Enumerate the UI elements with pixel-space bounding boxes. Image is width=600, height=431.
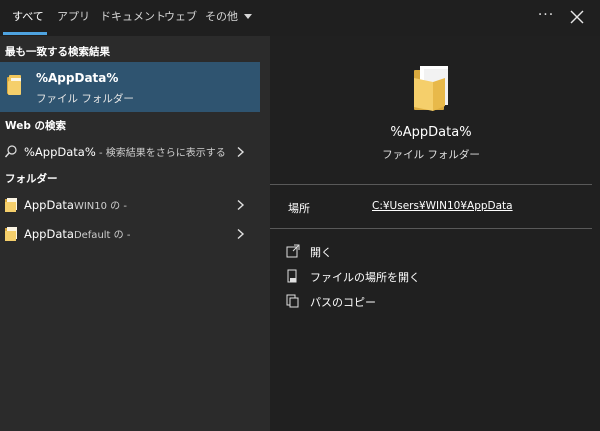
tab-all[interactable]: すべて (12, 0, 44, 36)
folder-result-name: AppData (24, 227, 74, 241)
chevron-right-icon (237, 199, 245, 211)
more-options-label: ··· (537, 7, 555, 23)
folder-result-name: AppData (24, 198, 74, 212)
chevron-right-icon (237, 228, 245, 240)
web-search-suffix: - 検索結果をさらに表示する (95, 148, 226, 159)
best-match-title: %AppData% (36, 71, 119, 85)
results-list: 最も一致する検索結果 %AppData% ファイル フォルダー Web の検索 … (0, 36, 262, 431)
close-button[interactable] (566, 6, 588, 28)
tab-web-label: ウェブ (164, 10, 197, 23)
preview-title: %AppData% (390, 125, 472, 140)
search-icon (4, 145, 17, 158)
search-tab-bar: すべて アプリ ドキュメント ウェブ その他 ··· (0, 0, 600, 36)
tab-more-label: その他 (205, 10, 238, 23)
best-match-heading: 最も一致する検索結果 (5, 46, 110, 58)
web-search-heading: Web の検索 (5, 120, 67, 132)
folder-result-text: AppDataWIN10 の - (24, 197, 127, 212)
tab-apps-label: アプリ (57, 10, 90, 23)
folder-icon (5, 227, 17, 241)
location-label: 場所 (288, 202, 310, 215)
web-search-query: %AppData% (24, 145, 96, 159)
tab-documents-label: ドキュメント (100, 10, 166, 23)
folder-result-suffix: の - (106, 201, 127, 212)
preview-pane: %AppData% ファイル フォルダー 場所 C:¥Users¥WIN10¥A… (270, 36, 600, 431)
open-icon (286, 244, 300, 258)
open-file-location-label: ファイルの場所を開く (310, 271, 420, 284)
open-file-location-action[interactable]: ファイルの場所を開く (284, 267, 484, 287)
folder-result-text: AppDataDefault の - (24, 226, 130, 241)
open-action-label: 開く (310, 246, 332, 259)
divider (270, 228, 592, 229)
folders-heading: フォルダー (5, 173, 58, 185)
folder-result-item[interactable]: AppDataWIN10 の - (0, 192, 260, 218)
folder-result-owner: WIN10 (73, 201, 107, 212)
tab-documents[interactable]: ドキュメント (100, 0, 166, 36)
location-link[interactable]: C:¥Users¥WIN10¥AppData (372, 200, 513, 212)
copy-path-action[interactable]: パスのコピー (284, 292, 484, 312)
folder-result-item[interactable]: AppDataDefault の - (0, 221, 260, 247)
best-match-item[interactable]: %AppData% ファイル フォルダー (0, 62, 260, 112)
folder-result-owner: Default (73, 230, 111, 241)
open-action[interactable]: 開く (284, 242, 484, 262)
tab-apps[interactable]: アプリ (57, 0, 90, 36)
copy-path-label: パスのコピー (310, 296, 376, 309)
divider (270, 184, 592, 185)
tab-all-label: すべて (12, 10, 44, 23)
tab-more[interactable]: その他 (205, 0, 252, 36)
file-location-icon (287, 269, 297, 283)
caret-down-icon (244, 13, 252, 19)
best-match-subtitle: ファイル フォルダー (36, 93, 134, 105)
web-search-result[interactable]: %AppData% - 検索結果をさらに表示する (0, 139, 260, 165)
more-options-button[interactable]: ··· (534, 0, 558, 34)
active-tab-indicator (3, 32, 47, 35)
copy-icon (286, 294, 299, 308)
tab-web[interactable]: ウェブ (164, 0, 197, 36)
close-icon (570, 10, 584, 24)
preview-subtitle: ファイル フォルダー (382, 149, 480, 161)
chevron-right-icon (237, 146, 245, 158)
web-search-text: %AppData% - 検索結果をさらに表示する (24, 144, 226, 159)
folder-result-suffix: の - (110, 230, 131, 241)
folder-icon (7, 75, 21, 95)
folder-icon (5, 198, 17, 212)
folder-icon (414, 66, 448, 111)
